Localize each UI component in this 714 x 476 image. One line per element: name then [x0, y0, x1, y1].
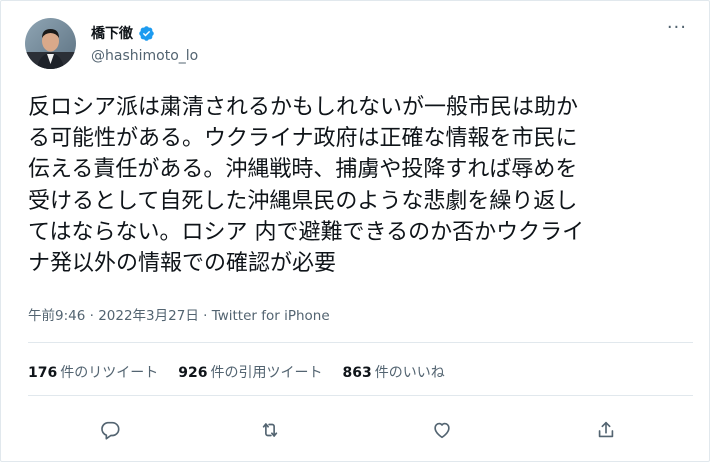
divider	[28, 395, 693, 396]
meta-separator: ·	[198, 308, 212, 324]
likes-stat[interactable]: 863 件のいいね	[342, 362, 444, 382]
quotes-label: 件の引用ツイート	[210, 365, 323, 381]
avatar[interactable]	[25, 18, 76, 69]
tweet-meta: 午前9:46 · 2022年3月27日 · Twitter for iPhone	[28, 304, 330, 324]
tweet-actions	[1, 413, 711, 447]
divider	[28, 342, 693, 343]
verified-badge-icon	[138, 25, 155, 42]
quotes-stat[interactable]: 926 件の引用ツイート	[178, 362, 322, 382]
retweet-button[interactable]	[253, 413, 287, 447]
tweet-card: 橋下徹 @hashimoto_lo ··· 反ロシア派は粛清されるかもしれないが…	[0, 0, 710, 462]
tweet-time[interactable]: 午前9:46	[28, 308, 85, 324]
tweet-source[interactable]: Twitter for iPhone	[212, 308, 330, 324]
reply-button[interactable]	[93, 413, 127, 447]
user-handle[interactable]: @hashimoto_lo	[91, 48, 198, 64]
likes-label: 件のいいね	[374, 365, 445, 381]
tweet-date[interactable]: 2022年3月27日	[98, 308, 199, 324]
more-options-button[interactable]: ···	[667, 19, 687, 37]
like-button[interactable]	[425, 413, 459, 447]
avatar-image	[25, 18, 76, 69]
retweet-icon	[262, 423, 278, 437]
retweets-label: 件のリツイート	[60, 365, 159, 381]
reply-icon	[101, 421, 120, 440]
tweet-stats: 176 件のリツイート 926 件の引用ツイート 863 件のいいね	[28, 362, 445, 382]
display-name[interactable]: 橋下徹	[91, 23, 133, 43]
tweet-text: 反ロシア派は粛清されるかもしれないが一般市民は助か る可能性がある。ウクライナ政…	[28, 95, 585, 277]
author-name-row[interactable]: 橋下徹	[91, 23, 155, 43]
share-button[interactable]	[589, 413, 623, 447]
share-icon	[598, 421, 614, 438]
retweets-count: 176	[28, 365, 58, 381]
more-horizontal-icon: ···	[666, 17, 687, 38]
quotes-count: 926	[178, 365, 208, 381]
heart-icon	[434, 422, 450, 439]
likes-count: 863	[342, 365, 372, 381]
meta-separator: ·	[85, 308, 99, 324]
retweets-stat[interactable]: 176 件のリツイート	[28, 362, 158, 382]
